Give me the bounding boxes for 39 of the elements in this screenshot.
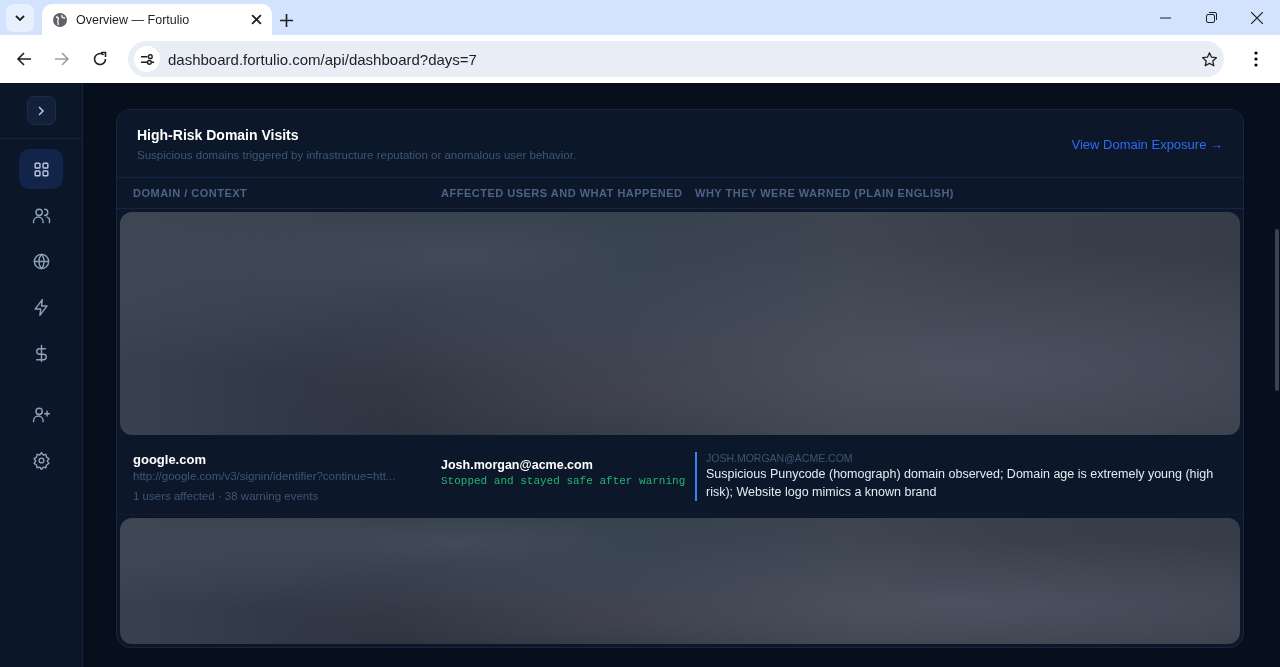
sidebar-item[interactable] xyxy=(19,149,63,189)
minimize-icon xyxy=(1159,16,1171,19)
domain-name: google.com xyxy=(133,452,207,467)
forward-arrow-icon xyxy=(54,51,70,67)
star-icon[interactable] xyxy=(1201,50,1218,68)
tab-search-button[interactable] xyxy=(6,4,34,32)
reason-text: Suspicious Punycode (homograph) domain observed; Domain age is extremely young (high risk); Website logo mimics a known brand xyxy=(706,466,1215,501)
scrollbar[interactable] xyxy=(1275,229,1279,391)
restore-icon xyxy=(1205,12,1217,23)
url-text: dashboard.fortulio.com/api/dashboard?days=7 xyxy=(168,50,478,68)
expand-sidebar-button[interactable] xyxy=(26,96,56,125)
dashboard-icon xyxy=(31,159,51,179)
chevron-down-icon xyxy=(14,12,26,24)
column-header: AFFECTED USERS AND WHAT HAPPENED xyxy=(441,187,684,199)
address-bar[interactable]: dashboard.fortulio.com/api/dashboard?days=7 xyxy=(128,41,1224,77)
reload-icon xyxy=(92,51,108,67)
close-icon xyxy=(1251,11,1263,24)
site-info-button[interactable] xyxy=(134,46,160,72)
chevron-right-icon xyxy=(36,105,46,116)
settings-icon xyxy=(31,450,51,470)
browser-tab[interactable]: Overview — Fortulio xyxy=(42,4,272,35)
sliders-icon xyxy=(139,51,155,67)
view-domain-exposure-link[interactable]: View Domain Exposure → xyxy=(1071,136,1223,152)
user-email: Josh.morgan@acme.com xyxy=(441,458,594,472)
close-icon[interactable] xyxy=(251,14,262,25)
reason-user: JOSH.MORGAN@ACME.COM xyxy=(706,452,854,464)
card-subtitle: Suspicious domains triggered by infrastructure reputation or anomalous user behavior. xyxy=(137,149,578,161)
domain-url: http://google.com/v3/signin/identifier?continue=htt... xyxy=(133,470,397,482)
outcome-text: Stopped and stayed safe after warning xyxy=(441,475,687,487)
globe-icon xyxy=(31,251,51,271)
back-arrow-icon xyxy=(16,51,32,67)
column-header: WHY THEY WERE WARNED (PLAIN ENGLISH) xyxy=(695,187,955,199)
column-header: DOMAIN / CONTEXT xyxy=(133,187,249,199)
plus-icon xyxy=(280,14,293,27)
card-title: High-Risk Domain Visits xyxy=(137,127,300,143)
domain-summary: 1 users affected · 38 warning events xyxy=(133,490,320,502)
more-icon xyxy=(1254,51,1258,67)
globe-icon xyxy=(52,11,68,28)
new-tab-button[interactable] xyxy=(280,14,293,27)
